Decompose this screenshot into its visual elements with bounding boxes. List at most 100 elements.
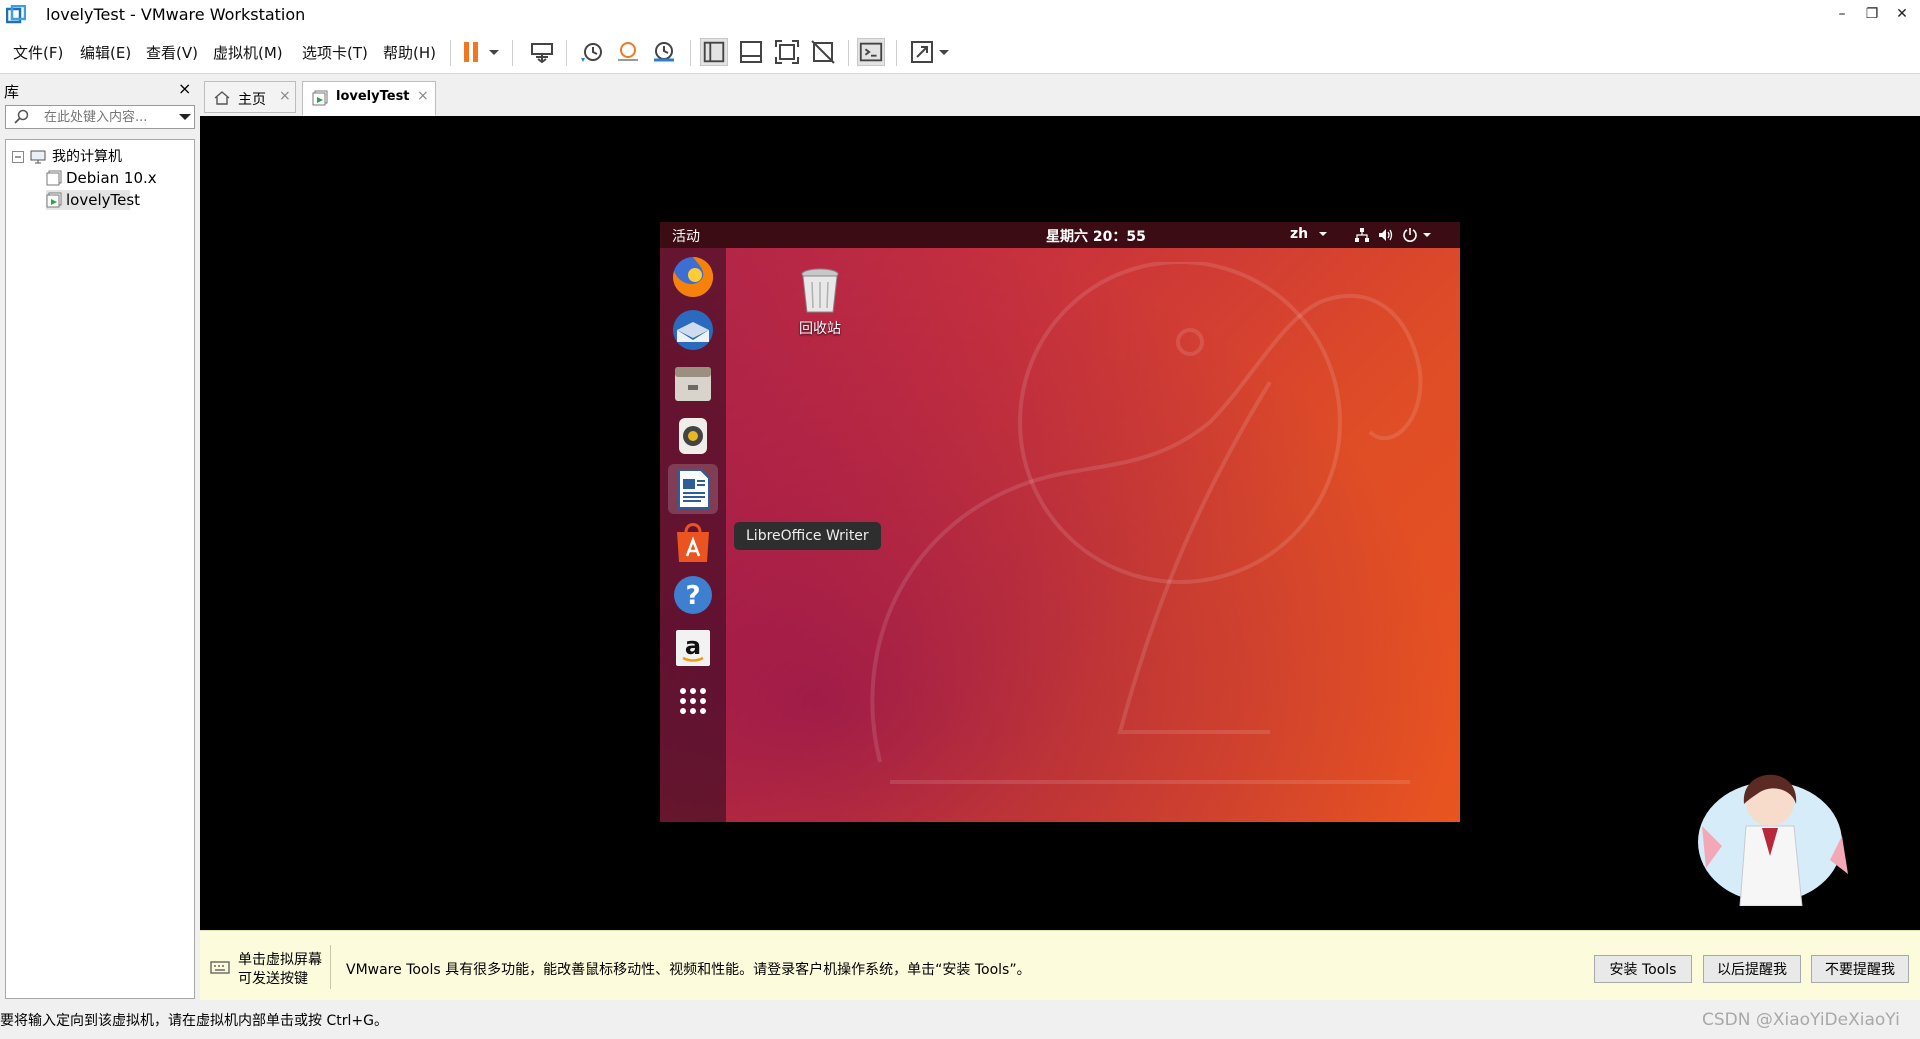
title-bar: lovelyTest - VMware Workstation – ❐ ✕ bbox=[0, 0, 1920, 30]
click-screen-hint-line2: 可发送按键 bbox=[238, 971, 308, 987]
guest-desktop[interactable]: 活动 星期六 20：55 zh ? a LibreOffice Writer 回… bbox=[660, 222, 1460, 822]
rhythmbox-icon bbox=[679, 418, 707, 454]
install-tools-button[interactable]: 安装 Tools bbox=[1594, 955, 1692, 983]
tab-lovelytest[interactable]: lovelyTest × bbox=[302, 81, 436, 116]
pause-icon[interactable] bbox=[458, 38, 486, 66]
search-icon bbox=[14, 109, 29, 124]
window-title: lovelyTest - VMware Workstation bbox=[46, 5, 306, 24]
tab-label: 主页 bbox=[238, 92, 266, 108]
tree-item-label: 我的计算机 bbox=[52, 149, 122, 165]
stretch-icon[interactable] bbox=[908, 38, 936, 66]
unity-icon[interactable] bbox=[809, 38, 837, 66]
pause-dropdown-icon[interactable] bbox=[486, 38, 502, 66]
vm-icon bbox=[46, 170, 62, 186]
vm-running-icon bbox=[46, 192, 62, 208]
dock-firefox[interactable] bbox=[668, 252, 718, 302]
thumbnail-bar-icon[interactable] bbox=[737, 38, 765, 66]
minimize-button[interactable]: – bbox=[1832, 4, 1852, 24]
close-window-button[interactable]: ✕ bbox=[1892, 4, 1912, 24]
menu-toolbar: 文件(F) 编辑(E) 查看(V) 虚拟机(M) 选项卡(T) 帮助(H) bbox=[0, 30, 1920, 74]
snapshot-icon[interactable] bbox=[578, 38, 606, 66]
tab-close-icon[interactable]: × bbox=[279, 88, 291, 104]
amazon-icon: a bbox=[676, 630, 710, 666]
stretch-dropdown-icon[interactable] bbox=[936, 38, 952, 66]
help-icon: ? bbox=[674, 576, 712, 614]
revert-snapshot-icon[interactable] bbox=[614, 38, 642, 66]
computer-icon bbox=[30, 150, 46, 164]
library-title: 库 bbox=[4, 83, 20, 101]
gnome-top-bar: 活动 星期六 20：55 zh bbox=[660, 222, 1460, 248]
svg-text:a: a bbox=[685, 632, 701, 660]
library-search-box[interactable] bbox=[5, 105, 195, 129]
fullscreen-icon[interactable] bbox=[773, 38, 801, 66]
clock[interactable]: 星期六 20：55 bbox=[1046, 226, 1146, 246]
vm-console[interactable]: 活动 星期六 20：55 zh ? a LibreOffice Writer 回… bbox=[200, 116, 1920, 930]
library-view-icon[interactable] bbox=[700, 38, 728, 66]
firefox-icon bbox=[673, 256, 714, 297]
console-icon[interactable] bbox=[857, 38, 885, 66]
tree-item-label: Debian 10.x bbox=[66, 169, 157, 187]
thunderbird-icon bbox=[673, 310, 713, 350]
dock-help[interactable]: ? bbox=[668, 570, 718, 620]
activities-button[interactable]: 活动 bbox=[672, 226, 700, 246]
click-screen-hint-line1: 单击虚拟屏幕 bbox=[238, 952, 322, 968]
library-close-button[interactable]: × bbox=[178, 79, 191, 98]
ubuntu-dock: ? a bbox=[660, 248, 726, 822]
toolbar-separator bbox=[896, 40, 897, 66]
library-tree: 我的计算机 Debian 10.x lovelyTest bbox=[5, 139, 195, 999]
input-language[interactable]: zh bbox=[1290, 226, 1308, 242]
tab-label: lovelyTest bbox=[336, 89, 410, 104]
volume-icon[interactable] bbox=[1378, 227, 1394, 243]
software-center-icon bbox=[677, 523, 709, 562]
toolbar-separator bbox=[512, 40, 513, 66]
chevron-down-icon[interactable] bbox=[1318, 226, 1328, 242]
menu-edit[interactable]: 编辑(E) bbox=[80, 42, 131, 63]
dock-rhythmbox[interactable] bbox=[668, 411, 718, 461]
menu-file[interactable]: 文件(F) bbox=[13, 42, 63, 63]
tree-item-debian[interactable]: Debian 10.x bbox=[46, 168, 192, 188]
power-icon[interactable] bbox=[1402, 227, 1418, 243]
notification-message: VMware Tools 具有很多功能，能改善鼠标移动性、视频和性能。请登录客户… bbox=[346, 962, 1031, 978]
desktop-trash[interactable]: 回收站 bbox=[760, 262, 880, 342]
files-icon bbox=[675, 367, 711, 401]
anime-character-decoration bbox=[1698, 774, 1848, 906]
menu-tabs[interactable]: 选项卡(T) bbox=[302, 42, 368, 63]
status-bar: 要将输入定向到该虚拟机，请在虚拟机内部单击或按 Ctrl+G。 CSDN @Xi… bbox=[0, 1000, 1920, 1039]
chevron-down-icon[interactable] bbox=[178, 109, 192, 125]
remind-later-button[interactable]: 以后提醒我 bbox=[1703, 955, 1801, 983]
notification-divider bbox=[330, 945, 331, 989]
vmware-app-icon bbox=[6, 5, 26, 24]
tree-item-lovelytest[interactable]: lovelyTest bbox=[46, 190, 140, 210]
app-grid-icon bbox=[680, 688, 706, 714]
dock-libreoffice-writer[interactable] bbox=[668, 464, 718, 514]
chevron-down-icon[interactable] bbox=[1422, 227, 1432, 243]
trash-label: 回收站 bbox=[799, 321, 841, 337]
tab-close-icon[interactable]: × bbox=[417, 88, 429, 104]
libreoffice-writer-icon bbox=[678, 469, 710, 509]
dock-amazon[interactable]: a bbox=[668, 623, 718, 673]
tab-home[interactable]: 主页 × bbox=[204, 81, 296, 113]
dock-thunderbird[interactable] bbox=[668, 305, 718, 355]
tree-item-my-computer[interactable]: 我的计算机 bbox=[12, 147, 192, 167]
dock-files[interactable] bbox=[668, 358, 718, 408]
restore-button[interactable]: ❐ bbox=[1862, 4, 1882, 24]
vmware-tools-notification: 单击虚拟屏幕 可发送按键 VMware Tools 具有很多功能，能改善鼠标移动… bbox=[200, 930, 1920, 1000]
menu-vm[interactable]: 虚拟机(M) bbox=[213, 42, 283, 63]
tree-item-label: lovelyTest bbox=[66, 191, 141, 209]
watermark: CSDN @XiaoYiDeXiaoYi bbox=[1702, 1010, 1900, 1030]
trash-icon bbox=[801, 268, 839, 313]
library-panel: 库 × 我的计算机 Debian 10.x bbox=[0, 75, 197, 1000]
never-remind-button[interactable]: 不要提醒我 bbox=[1811, 955, 1909, 983]
send-ctrl-alt-del-icon[interactable] bbox=[528, 38, 556, 66]
dock-tooltip: LibreOffice Writer bbox=[734, 522, 881, 550]
toolbar-separator bbox=[566, 40, 567, 66]
menu-help[interactable]: 帮助(H) bbox=[383, 42, 436, 63]
dock-show-apps[interactable] bbox=[668, 676, 718, 726]
keyboard-info-icon bbox=[210, 961, 230, 974]
collapse-icon[interactable] bbox=[12, 151, 24, 163]
snapshot-manager-icon[interactable] bbox=[650, 38, 678, 66]
menu-view[interactable]: 查看(V) bbox=[146, 42, 198, 63]
dock-software-center[interactable] bbox=[668, 517, 718, 567]
network-icon[interactable] bbox=[1354, 227, 1370, 243]
library-search-input[interactable] bbox=[44, 108, 170, 126]
